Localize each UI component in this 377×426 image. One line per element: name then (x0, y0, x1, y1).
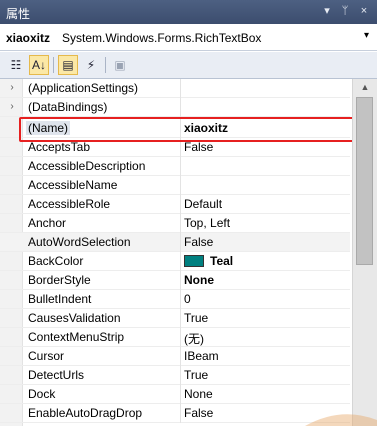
chevron-right-icon[interactable]: › (7, 82, 17, 94)
properties-icon[interactable]: ▤ (58, 55, 78, 75)
object-selector[interactable]: xiaoxitz System.Windows.Forms.RichTextBo… (0, 26, 377, 51)
property-value[interactable]: None (184, 387, 213, 401)
property-value[interactable]: IBeam (184, 349, 219, 363)
property-row[interactable]: AccessibleDescription (0, 157, 350, 176)
property-name: Cursor (28, 349, 65, 363)
column-divider (180, 252, 181, 271)
property-name: Anchor (28, 216, 67, 230)
scroll-thumb[interactable] (356, 97, 373, 265)
column-divider (180, 195, 181, 214)
color-swatch (184, 255, 204, 267)
property-value[interactable]: False (184, 140, 213, 154)
property-row[interactable]: AccessibleRole Default (0, 195, 350, 214)
panel-titlebar: 属性 ▾ ᛘ × (0, 0, 377, 24)
property-value[interactable]: (无) (184, 330, 204, 347)
property-value[interactable]: Top, Left (184, 216, 230, 230)
property-pages-icon[interactable]: ▣ (110, 55, 130, 75)
property-name: AccessibleRole (28, 197, 111, 211)
column-divider (180, 366, 181, 385)
categorized-icon[interactable]: ☷ (6, 55, 26, 75)
property-name: AccessibleName (28, 178, 118, 192)
chevron-right-icon[interactable]: › (7, 101, 17, 113)
property-value[interactable]: True (184, 311, 208, 325)
watermark-decoration (305, 414, 377, 426)
property-value[interactable]: False (184, 235, 213, 249)
property-row[interactable]: Dock None (0, 385, 350, 404)
column-divider (180, 157, 181, 176)
property-name: CausesValidation (28, 311, 121, 325)
object-type: System.Windows.Forms.RichTextBox (62, 31, 262, 45)
toolbar-separator (53, 57, 54, 73)
property-name: BackColor (28, 254, 84, 268)
object-name: xiaoxitz (6, 31, 51, 45)
property-row[interactable]: BorderStyle None (0, 271, 350, 290)
property-name: (DataBindings) (28, 100, 108, 114)
property-name: AccessibleDescription (28, 159, 146, 173)
property-name: ContextMenuStrip (28, 330, 125, 344)
property-name: BorderStyle (28, 273, 91, 287)
property-row[interactable]: EnableAutoDragDrop False (0, 404, 350, 423)
property-row[interactable]: BackColor Teal (0, 252, 350, 271)
property-name: AutoWordSelection (28, 235, 131, 249)
column-divider (180, 214, 181, 233)
events-icon[interactable]: ⚡ (81, 55, 101, 75)
property-row[interactable]: DetectUrls True (0, 366, 350, 385)
property-name: DetectUrls (28, 368, 85, 382)
column-divider (180, 385, 181, 404)
vertical-scrollbar[interactable]: ▲ (352, 79, 377, 426)
property-row[interactable]: ContextMenuStrip (无) (0, 328, 350, 347)
property-row[interactable]: Anchor Top, Left (0, 214, 350, 233)
alphabetical-icon[interactable]: A↓ (29, 55, 49, 75)
property-value[interactable]: False (184, 406, 213, 420)
close-icon[interactable]: × (357, 4, 371, 18)
chevron-down-icon[interactable]: ▾ (364, 30, 369, 41)
property-row[interactable]: CausesValidation True (0, 309, 350, 328)
column-divider (180, 176, 181, 195)
toolbar-separator (105, 57, 106, 73)
column-divider (180, 98, 181, 117)
column-divider (180, 328, 181, 347)
property-row[interactable]: › (DataBindings) (0, 98, 350, 117)
color-name: Teal (210, 254, 234, 268)
property-name: BulletIndent (28, 292, 92, 306)
property-name: EnableAutoDragDrop (28, 406, 143, 420)
column-divider (180, 309, 181, 328)
property-value[interactable]: 0 (184, 292, 191, 306)
property-value[interactable]: Default (184, 197, 222, 211)
pin-icon[interactable]: ᛘ (338, 4, 352, 18)
property-row[interactable]: › (ApplicationSettings) (0, 79, 350, 98)
property-name: AcceptsTab (28, 140, 91, 154)
column-divider (180, 290, 181, 309)
property-value[interactable]: None (184, 273, 214, 287)
column-divider (180, 233, 181, 252)
property-row[interactable]: BulletIndent 0 (0, 290, 350, 309)
scroll-up-icon[interactable]: ▲ (353, 79, 377, 96)
property-row[interactable]: AutoWordSelection False (0, 233, 350, 252)
column-divider (180, 347, 181, 366)
property-value[interactable]: Teal (184, 254, 233, 268)
column-divider (180, 79, 181, 98)
name-row-highlight (19, 117, 354, 142)
property-name: Dock (28, 387, 56, 401)
panel-title: 属性 (6, 7, 31, 21)
chevron-down-icon[interactable]: ▾ (320, 4, 334, 18)
property-value[interactable]: True (184, 368, 208, 382)
property-name: (ApplicationSettings) (28, 81, 139, 95)
property-row[interactable]: Cursor IBeam (0, 347, 350, 366)
property-toolbar: ☷ A↓ ▤ ⚡ ▣ (0, 52, 377, 79)
column-divider (180, 404, 181, 423)
property-row[interactable]: AccessibleName (0, 176, 350, 195)
column-divider (180, 271, 181, 290)
